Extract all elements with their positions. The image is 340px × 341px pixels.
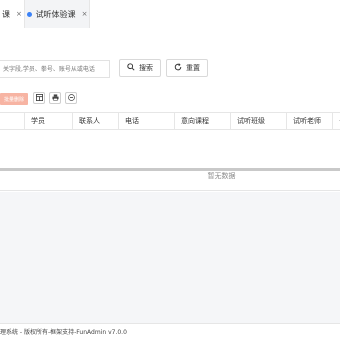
search-button-label: 搜索 [139,64,153,72]
close-icon[interactable]: × [16,10,22,18]
search-button[interactable]: 搜索 [119,59,161,77]
tab-bar: 课 × 试听体验课 × [0,0,340,29]
export-button[interactable] [65,92,77,104]
print-button[interactable] [49,92,61,104]
reset-button-label: 重置 [186,64,200,72]
search-icon [127,63,135,73]
column-header-contact[interactable]: 联系人 [72,113,118,129]
print-icon [51,93,59,103]
batch-delete-button[interactable]: 批量删除 [0,93,28,105]
column-toggle-button[interactable] [33,92,45,104]
reset-button[interactable]: 重置 [166,59,208,77]
active-dot-icon [26,11,32,17]
empty-state-text: 暂无数据 [207,172,236,180]
export-icon [67,93,75,103]
column-header-student[interactable]: 学员 [24,113,72,129]
tab-label: 课 [2,9,10,19]
divider [0,190,340,191]
grid-icon [35,93,43,103]
table-header: 学员 联系人 电话 意向课程 试听班级 试听老师 · [0,112,340,130]
column-header-more[interactable]: · [332,113,340,129]
column-header-checkbox[interactable] [0,113,24,129]
refresh-icon [174,63,182,73]
search-input[interactable] [0,60,110,78]
close-icon[interactable]: × [82,10,88,18]
column-header-trial-teacher[interactable]: 试听老师 [286,113,332,129]
tab-label: 试听体验课 [35,9,76,19]
column-header-phone[interactable]: 电话 [118,113,174,129]
column-header-intended-course[interactable]: 意向课程 [174,113,230,129]
tab-trial-course[interactable]: 试听体验课 × [24,0,90,28]
footer: 理系统 - 版权所有-框架支持-FunAdmin v7.0.0 [0,323,340,341]
tab-previous[interactable]: 课 × [0,0,26,28]
column-header-trial-class[interactable]: 试听班级 [230,113,286,129]
horizontal-scrollbar[interactable] [0,168,340,171]
